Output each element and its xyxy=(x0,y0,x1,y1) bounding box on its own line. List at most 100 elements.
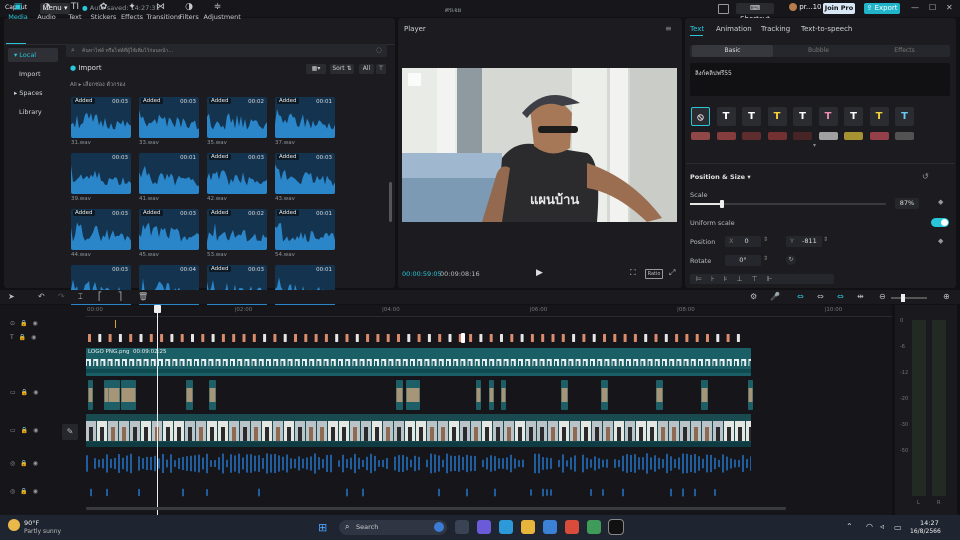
media-scrollbar[interactable] xyxy=(389,182,392,222)
tool-tab-audio[interactable]: ◔ Audio xyxy=(33,2,61,21)
tool-tab-filters[interactable]: ◑ Filters xyxy=(175,2,203,21)
tool-tab-media[interactable]: ▣ Media xyxy=(4,2,32,21)
text-style-preset[interactable]: T xyxy=(767,107,787,126)
text-track-icon[interactable]: T xyxy=(10,334,14,341)
split-left-icon[interactable]: ⎡ xyxy=(98,292,102,301)
battery-icon[interactable]: ▭ xyxy=(894,523,902,532)
hide-icon[interactable]: ◉ xyxy=(33,460,38,467)
user-profile[interactable]: pr...10 xyxy=(789,3,822,11)
text-style-preset[interactable] xyxy=(742,132,761,140)
tool-tab-transitions[interactable]: ⋈ Transitions xyxy=(147,2,182,21)
zoom-out-icon[interactable]: ⊖ xyxy=(879,292,886,301)
ai-effects-icon[interactable]: ⚙ xyxy=(750,292,757,301)
sidebar-item-library[interactable]: Library xyxy=(8,105,58,119)
snap-icon[interactable]: ⇔ xyxy=(837,292,844,301)
lock-icon[interactable]: 🔒 xyxy=(20,460,27,467)
weather-icon[interactable] xyxy=(8,519,20,531)
uniform-scale-toggle[interactable] xyxy=(931,218,949,227)
text-style-preset[interactable] xyxy=(844,132,863,140)
scale-slider-handle[interactable] xyxy=(720,200,725,208)
text-style-preset[interactable]: T xyxy=(793,107,812,126)
capcut-icon[interactable] xyxy=(608,519,624,535)
audio-track-icon[interactable]: ◎ xyxy=(10,488,15,495)
lock-icon[interactable]: 🔒 xyxy=(19,334,26,341)
preview-axis-icon[interactable]: ⇹ xyxy=(857,292,864,301)
media-thumb[interactable]: Added 00:02 xyxy=(207,209,267,250)
maximize-icon[interactable]: ☐ xyxy=(929,3,936,12)
text-style-preset[interactable]: T xyxy=(895,107,914,126)
scale-input[interactable]: 87% xyxy=(895,198,919,209)
undo-icon[interactable]: ↶ xyxy=(38,292,45,301)
weather-temp[interactable]: 90°F xyxy=(24,519,39,527)
zoom-in-icon[interactable]: ⊕ xyxy=(943,292,950,301)
video-track-icon[interactable]: ▭ xyxy=(10,427,16,434)
split-icon[interactable]: ⌶ xyxy=(78,292,83,302)
media-thumb[interactable]: Added 00:02 xyxy=(207,97,267,138)
styles-expand-icon[interactable]: ▾ xyxy=(813,142,816,149)
hide-icon[interactable]: ◉ xyxy=(33,320,38,327)
text-style-preset[interactable]: T xyxy=(716,107,736,126)
clock-time[interactable]: 14:27 xyxy=(920,519,939,527)
sidebar-item-local[interactable]: ▾ Local xyxy=(8,48,58,62)
media-thumb[interactable]: Added 00:03 xyxy=(139,97,199,138)
delete-icon[interactable]: 🗑 xyxy=(138,292,148,301)
volume-icon[interactable]: ◃ xyxy=(880,522,884,531)
lock-icon[interactable]: 🔒 xyxy=(20,488,27,495)
lock-icon[interactable]: 🔒 xyxy=(20,320,27,327)
media-search-input[interactable]: ⌕ ค้นหาไฟล์ หรือไฟล์ที่ผู้ใช้เพิ่มไว้ก่อ… xyxy=(66,44,387,57)
media-thumb[interactable]: Added 00:03 xyxy=(71,97,131,138)
refresh-icon[interactable]: ◌ xyxy=(376,46,382,54)
zoom-slider-handle[interactable] xyxy=(901,294,905,302)
chrome-icon[interactable] xyxy=(565,520,579,534)
windows-start-icon[interactable]: ⊞ xyxy=(318,521,331,534)
media-thumb[interactable]: 00:03 xyxy=(71,153,131,194)
text-style-preset[interactable]: T xyxy=(742,107,761,126)
all-filter-button[interactable]: All xyxy=(359,64,374,74)
join-pro-button[interactable]: Join Pro xyxy=(823,3,855,14)
link-main-icon[interactable]: ⇔ xyxy=(797,292,804,301)
text-style-preset[interactable] xyxy=(716,132,736,140)
audio-track-2[interactable] xyxy=(86,480,751,505)
text-style-preset[interactable] xyxy=(895,132,914,140)
hide-icon[interactable]: ◉ xyxy=(33,389,38,396)
media-thumb[interactable]: Added 00:03 xyxy=(207,153,267,194)
media-thumb[interactable]: Added 00:03 xyxy=(139,209,199,250)
hide-icon[interactable]: ◉ xyxy=(31,334,36,341)
rotate-flip-button[interactable]: ↻ xyxy=(786,255,796,265)
chrome-profile-icon[interactable] xyxy=(587,520,601,534)
select-tool-icon[interactable]: ➤ xyxy=(8,292,15,301)
video-track-icon[interactable]: ▭ xyxy=(10,389,16,396)
layout-icon[interactable] xyxy=(718,4,729,14)
text-style-preset[interactable]: T xyxy=(844,107,863,126)
edge-icon[interactable] xyxy=(499,520,513,534)
fullscreen-icon[interactable]: ⤢ xyxy=(669,268,675,278)
audio-track-icon[interactable]: ◎ xyxy=(10,460,15,467)
microphone-icon[interactable]: 🎤 xyxy=(770,292,780,301)
sidebar-item-import[interactable]: Import xyxy=(8,67,58,81)
project-name[interactable]: ศรเจย xyxy=(445,5,461,15)
view-toggle-button[interactable]: ▦▾ xyxy=(306,64,326,74)
tool-tab-stickers[interactable]: ✿ Stickers xyxy=(90,2,118,21)
lock-icon[interactable]: 🔒 xyxy=(21,389,28,396)
task-view-icon[interactable] xyxy=(455,520,469,534)
play-icon[interactable]: ▶ xyxy=(536,268,543,278)
zoom-slider[interactable] xyxy=(891,294,927,302)
text-track[interactable] xyxy=(86,333,751,343)
media-thumb[interactable]: Added 00:03 xyxy=(71,209,131,250)
segment-effects[interactable]: Effects xyxy=(864,45,945,57)
text-style-preset[interactable] xyxy=(869,132,889,140)
text-style-preset[interactable] xyxy=(691,132,710,140)
rotate-input[interactable]: 0° xyxy=(725,255,761,266)
import-button[interactable]: ● Import xyxy=(70,64,102,72)
position-x-input[interactable]: X0 xyxy=(725,236,761,247)
no-style-icon[interactable]: ⦸ xyxy=(691,107,710,126)
position-y-input[interactable]: Y -811 xyxy=(786,236,822,247)
main-video-track[interactable] xyxy=(86,414,756,447)
link-audio-icon[interactable]: ⇔ xyxy=(817,292,824,301)
scale-slider-track[interactable] xyxy=(690,200,886,208)
chat-icon[interactable] xyxy=(477,520,491,534)
file-explorer-icon[interactable] xyxy=(521,520,535,534)
audio-track-1[interactable] xyxy=(86,451,751,476)
reset-icon[interactable]: ↺ xyxy=(922,172,929,181)
overlay-track[interactable] xyxy=(86,380,758,410)
